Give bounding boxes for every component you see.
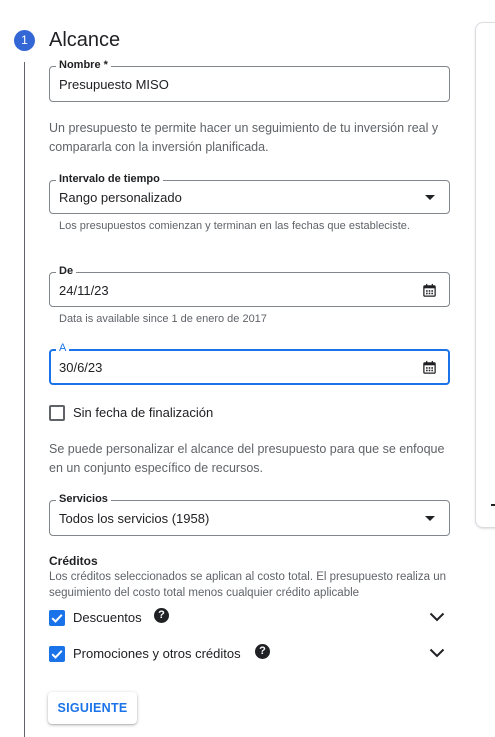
services-select[interactable]: Servicios Todos los servicios (1958) bbox=[49, 493, 450, 536]
scope-text: Se puede personalizar el alcance del pre… bbox=[49, 442, 445, 475]
budget-name-value: Presupuesto MISO bbox=[59, 77, 169, 92]
discounts-label[interactable]: Descuentos bbox=[73, 610, 142, 626]
credits-title: Créditos bbox=[49, 554, 98, 568]
chevron-down-icon[interactable] bbox=[429, 612, 445, 622]
end-date-label: A bbox=[56, 342, 70, 355]
step-number-badge: 1 bbox=[14, 30, 35, 51]
start-date-value: 24/11/23 bbox=[59, 283, 109, 298]
credits-description: Los créditos seleccionados se aplican al… bbox=[49, 571, 446, 599]
side-panel-mark bbox=[491, 504, 495, 506]
check-icon bbox=[51, 650, 63, 659]
dropdown-arrow-icon bbox=[425, 195, 435, 200]
next-button[interactable]: SIGUIENTE bbox=[48, 692, 137, 724]
time-range-select[interactable]: Intervalo de tiempo Rango personalizado bbox=[49, 173, 450, 214]
dropdown-arrow-icon bbox=[425, 516, 435, 521]
services-label: Servicios bbox=[56, 493, 111, 506]
help-icon[interactable]: ? bbox=[154, 608, 169, 623]
end-date-value: 30/6/23 bbox=[59, 360, 103, 375]
chevron-down-icon[interactable] bbox=[429, 648, 445, 658]
calendar-icon[interactable] bbox=[422, 283, 437, 298]
help-icon[interactable]: ? bbox=[255, 644, 270, 659]
services-value: Todos los servicios (1958) bbox=[59, 511, 210, 526]
discounts-checkbox[interactable] bbox=[49, 610, 65, 626]
side-panel bbox=[475, 22, 495, 528]
budget-name-label: Nombre * bbox=[56, 59, 111, 72]
check-icon bbox=[51, 614, 63, 623]
budget-intro-text: Un presupuesto te permite hacer un segui… bbox=[49, 121, 439, 154]
no-end-date-label[interactable]: Sin fecha de finalización bbox=[73, 405, 213, 421]
no-end-date-checkbox[interactable] bbox=[49, 405, 65, 421]
step-connector-line bbox=[24, 62, 25, 737]
time-range-label: Intervalo de tiempo bbox=[56, 173, 163, 186]
calendar-icon[interactable] bbox=[422, 360, 437, 375]
start-date-label: De bbox=[56, 265, 77, 278]
step-title: Alcance bbox=[49, 29, 121, 51]
end-date-field[interactable]: A 30/6/23 bbox=[49, 342, 450, 385]
time-range-value: Rango personalizado bbox=[59, 190, 182, 205]
promotions-checkbox[interactable] bbox=[49, 646, 65, 662]
start-date-field[interactable]: De 24/11/23 bbox=[49, 265, 450, 307]
budget-name-field[interactable]: Nombre * Presupuesto MISO bbox=[49, 59, 450, 102]
time-range-hint: Los presupuestos comienzan y terminan en… bbox=[59, 220, 410, 232]
promotions-label[interactable]: Promociones y otros créditos bbox=[73, 646, 241, 662]
start-date-hint: Data is available since 1 de enero de 20… bbox=[59, 313, 267, 325]
